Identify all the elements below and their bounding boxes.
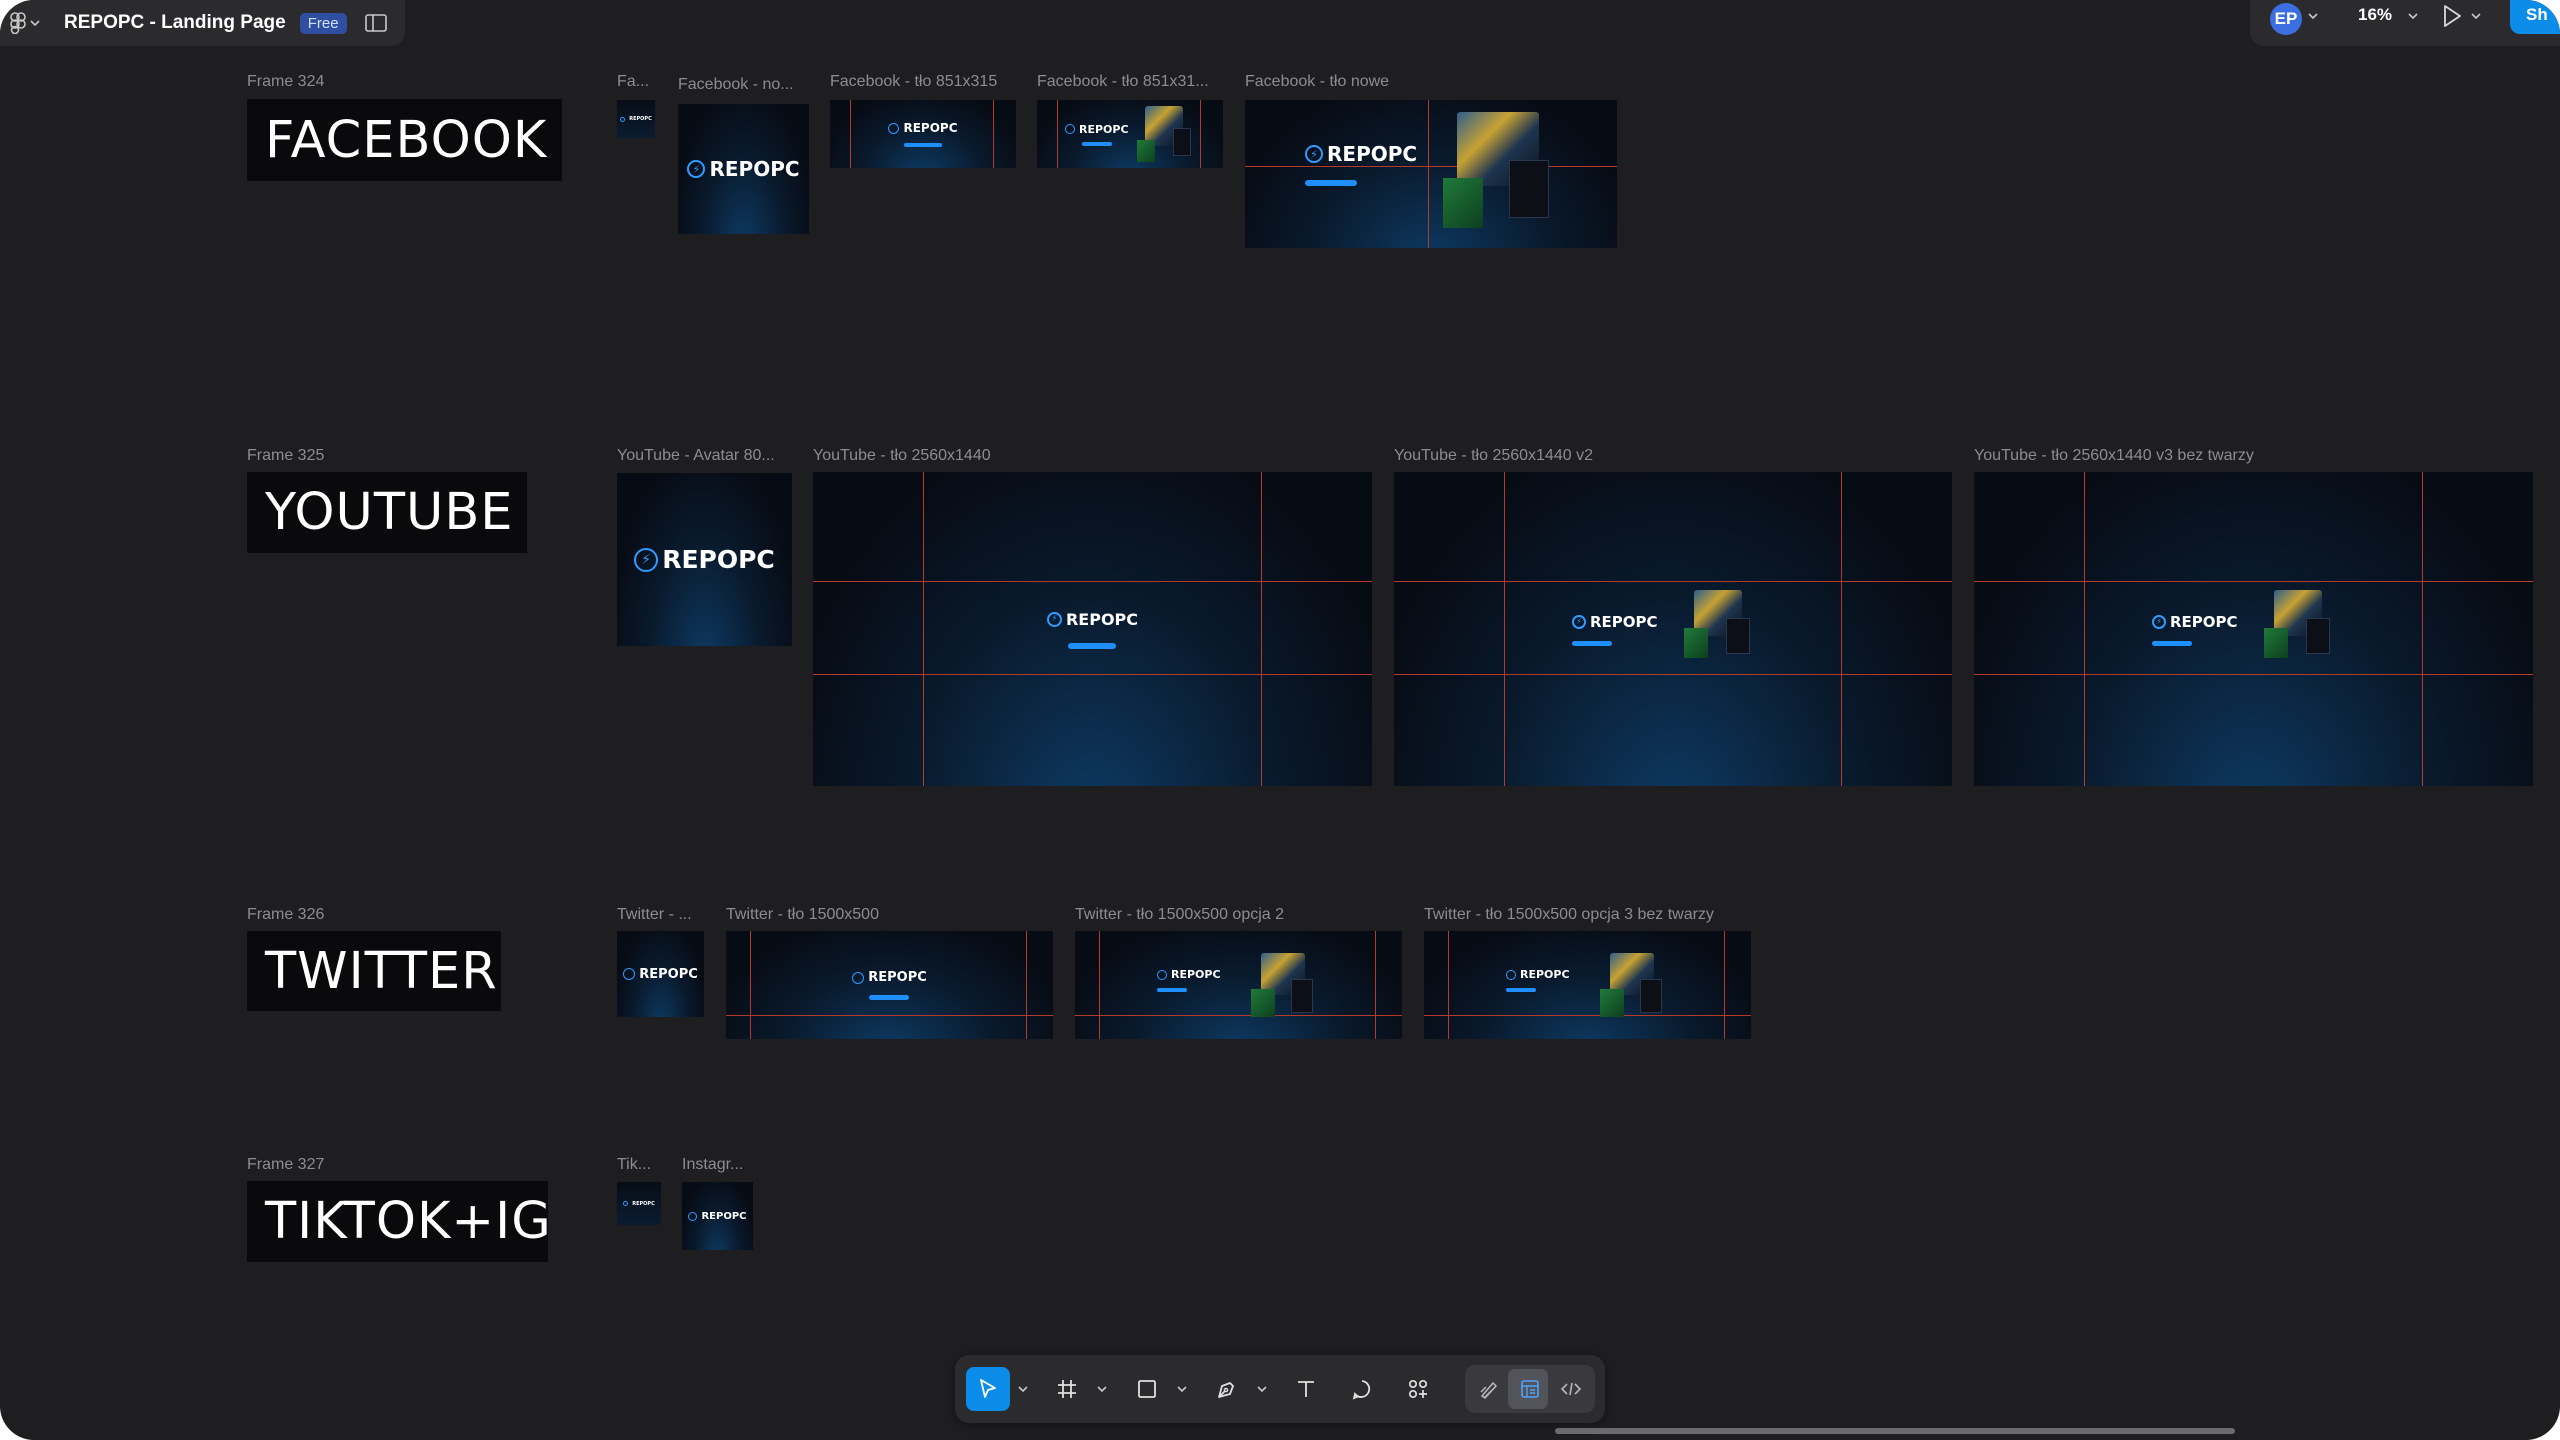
move-tool-button[interactable] [966,1367,1010,1411]
sidebar-toggle-icon[interactable] [364,14,387,32]
thumb-label[interactable]: Facebook - no... [678,76,808,94]
frame-tool-button[interactable] [1045,1367,1089,1411]
thumb-label[interactable]: Twitter - tło 1500x500 opcja 2 [1075,906,1375,924]
file-bar: REPOPC - Landing Page Free [0,0,405,46]
thumb-label[interactable]: Twitter - ... [617,906,703,924]
rectangle-icon [1138,1380,1156,1398]
thumb-youtube-banner-3[interactable]: ⚡ REPOPC [1974,472,2533,786]
thumb-facebook-cover-new[interactable]: ⚡ REPOPC [1245,100,1617,248]
thumb-youtube-avatar[interactable]: ⚡ REPOPC [617,473,792,646]
present-play-icon[interactable] [2440,3,2464,29]
design-mode-button[interactable] [1508,1367,1552,1411]
repopc-logo: REPOPC [688,1211,747,1222]
frame-label[interactable]: Frame 326 [247,906,324,924]
thumb-label[interactable]: YouTube - tło 2560x1440 v3 bez twarzy [1974,447,2334,465]
text-t-icon [1298,1381,1314,1397]
thumb-label[interactable]: Tik... [617,1156,661,1174]
dev-mode-button[interactable] [1549,1367,1593,1411]
frame-title-twitter[interactable]: TWITTER [247,931,501,1011]
frame-title-youtube[interactable]: YOUTUBE [247,472,527,553]
actions-button[interactable] [1396,1367,1440,1411]
repopc-logo: REPOPC [1506,968,1570,981]
repopc-logo: ⚡ REPOPC [634,545,775,574]
text-tool-button[interactable] [1284,1367,1328,1411]
thumb-facebook-avatar[interactable]: REPOPC [617,100,655,138]
repopc-logo: REPOPC [888,121,958,135]
thumb-youtube-banner-1[interactable]: ⚡ REPOPC [813,472,1372,786]
thumb-twitter-header-2[interactable]: REPOPC [1075,931,1402,1039]
frame-label[interactable]: Frame 327 [247,1156,324,1174]
frame-label[interactable]: Frame 324 [247,73,324,91]
components-plus-icon [1408,1379,1428,1399]
frame-title-facebook[interactable]: FACEBOOK [247,99,562,181]
chevron-down-icon[interactable] [2408,12,2418,20]
cursor-arrow-icon [980,1379,996,1398]
chevron-down-icon[interactable] [1097,1385,1107,1393]
frame-hash-icon [1058,1380,1076,1398]
comment-tool-button[interactable] [1340,1367,1384,1411]
thumb-label[interactable]: Facebook - tło nowe [1245,73,1445,91]
thumb-label[interactable]: Fa... [617,73,655,91]
repopc-logo: ⚡ REPOPC [1305,142,1417,166]
file-title[interactable]: REPOPC - Landing Page [64,12,286,34]
frame-title-tiktok-ig[interactable]: TIKTOK+IG [247,1181,551,1262]
code-brackets-icon [1560,1382,1582,1396]
chevron-down-icon[interactable] [1177,1385,1187,1393]
top-right-bar: EP 16% Sh [2250,0,2560,46]
thumb-twitter-header-3[interactable]: REPOPC [1424,931,1751,1039]
pen-tool-button[interactable] [1205,1367,1249,1411]
thumb-facebook-profile[interactable]: ⚡ REPOPC [678,104,809,234]
main-menu-button[interactable] [10,12,40,34]
repopc-logo: REPOPC [623,967,698,982]
thumb-twitter-header-1[interactable]: REPOPC [726,931,1053,1039]
repopc-logo: REPOPC [623,1201,655,1207]
repopc-logo: REPOPC [1065,123,1129,136]
thumb-label[interactable]: YouTube - tło 2560x1440 v2 [1394,447,1694,465]
thumb-twitter-avatar[interactable]: REPOPC [617,931,704,1017]
horizontal-scrollbar[interactable] [1555,1428,2235,1434]
frame-label[interactable]: Frame 325 [247,447,324,465]
thumb-label[interactable]: Facebook - tło 851x31... [1037,73,1217,91]
repopc-logo: ⚡ REPOPC [687,157,800,181]
comment-bubble-icon [1352,1380,1371,1400]
draw-mode-button[interactable] [1467,1367,1511,1411]
chevron-down-icon [30,20,40,27]
repopc-logo: REPOPC [1157,968,1221,981]
chevron-down-icon[interactable] [2308,12,2318,20]
avatar[interactable]: EP [2270,3,2302,35]
shape-tool-button[interactable] [1125,1367,1169,1411]
chevron-down-icon[interactable] [1018,1385,1028,1393]
figma-app: REPOPC - Landing Page Free EP 16% Sh Fra… [0,0,2560,1440]
thumb-tiktok-avatar[interactable]: REPOPC [617,1182,661,1225]
thumb-facebook-cover-2[interactable]: REPOPC [1037,100,1223,168]
thumb-label[interactable]: YouTube - Avatar 80... [617,447,797,465]
thumb-label[interactable]: Twitter - tło 1500x500 opcja 3 bez twarz… [1424,906,1764,924]
chevron-down-icon[interactable] [2471,12,2481,20]
thumb-facebook-cover-1[interactable]: REPOPC [830,100,1016,168]
plan-badge[interactable]: Free [299,12,347,34]
design-layout-icon [1521,1380,1539,1398]
mode-switcher [1465,1365,1595,1413]
thumb-youtube-banner-2[interactable]: ⚡ REPOPC [1394,472,1952,786]
repopc-logo: ⚡ REPOPC [1572,613,1658,631]
pencil-draw-icon [1480,1381,1498,1399]
thumb-label[interactable]: Twitter - tło 1500x500 [726,906,1026,924]
thumb-label[interactable]: Instagr... [682,1156,762,1174]
thumb-label[interactable]: Facebook - tło 851x315 [830,73,1020,91]
repopc-logo: REPOPC [620,116,652,122]
figma-logo-icon [10,12,26,34]
thumb-label[interactable]: YouTube - tło 2560x1440 [813,447,1113,465]
repopc-logo: ⚡ REPOPC [2152,613,2238,631]
repopc-logo: ⚡ REPOPC [1046,610,1138,629]
pen-nib-icon [1218,1382,1234,1398]
share-button[interactable]: Sh [2510,0,2560,34]
chevron-down-icon[interactable] [1257,1385,1267,1393]
thumb-instagram-avatar[interactable]: REPOPC [682,1182,753,1250]
bottom-toolbar [955,1355,1605,1423]
repopc-logo: REPOPC [852,970,927,985]
